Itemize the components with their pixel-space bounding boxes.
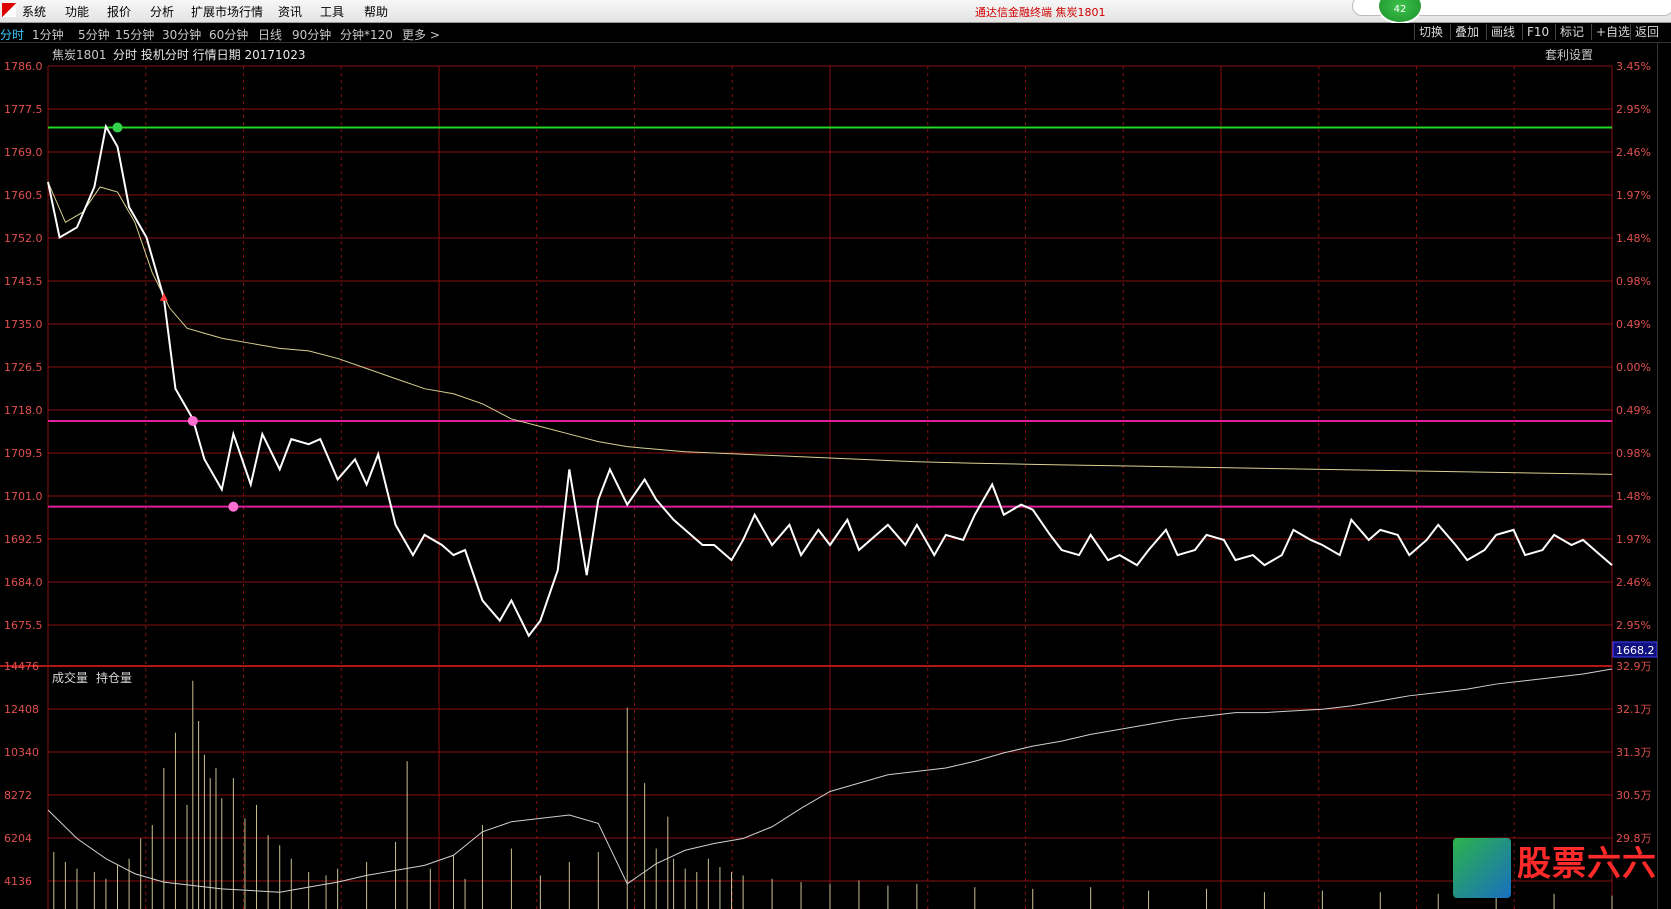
pct-tick-label: 2.95% <box>1616 619 1651 632</box>
menu-system[interactable]: 系统 <box>22 3 46 20</box>
price-tick-label: 1709.5 <box>4 447 43 460</box>
price-tick-label: 1769.0 <box>4 146 43 159</box>
period-tab-120min[interactable]: 分钟*120 <box>340 26 393 43</box>
volume-tick-label: 10340 <box>4 746 39 759</box>
right-side-strip <box>1657 43 1671 909</box>
add-watchlist-button[interactable]: +自选 <box>1591 24 1634 40</box>
overlay-button[interactable]: 叠加 <box>1450 24 1483 40</box>
menu-quote[interactable]: 报价 <box>107 3 131 20</box>
chart-description: 分时 投机分时 行情日期 20171023 <box>113 48 306 62</box>
volume-tick-label: 8272 <box>4 789 32 802</box>
pct-tick-label: 0.49% <box>1616 404 1651 417</box>
switch-button[interactable]: 切换 <box>1414 24 1447 40</box>
price-tick-label: 1760.5 <box>4 189 43 202</box>
open-interest-panel-label: 持仓量 <box>96 670 132 685</box>
menu-function[interactable]: 功能 <box>65 3 89 20</box>
low-marker-icon <box>187 415 198 426</box>
price-tick-label: 1675.5 <box>4 619 43 632</box>
pct-tick-label: 2.46% <box>1616 146 1651 159</box>
price-tick-label: 1692.5 <box>4 533 43 546</box>
price-tick-label: 1726.5 <box>4 361 43 374</box>
oi-tick-label: 32.9万 <box>1616 660 1652 673</box>
pct-tick-label: 1.97% <box>1616 189 1651 202</box>
low-marker-icon <box>228 501 239 512</box>
volume-tick-label: 12408 <box>4 703 39 716</box>
watermark-text: 股票六六 <box>1517 844 1657 884</box>
pct-tick-label: 2.46% <box>1616 576 1651 589</box>
volume-tick-label: 4136 <box>4 875 32 888</box>
period-tab-more[interactable]: 更多 > <box>402 26 440 43</box>
volume-tick-label: 14476 <box>4 660 39 673</box>
menu-news[interactable]: 资讯 <box>278 3 302 20</box>
price-tick-label: 1684.0 <box>4 576 43 589</box>
period-tab-90min[interactable]: 90分钟 <box>292 26 331 43</box>
oi-tick-label: 32.1万 <box>1616 703 1652 716</box>
symbol-label: 焦炭1801 <box>52 48 107 62</box>
app-title: 通达信金融终端 焦炭1801 <box>975 6 1106 19</box>
period-tab-15min[interactable]: 15分钟 <box>115 26 154 43</box>
price-tick-label: 1735.0 <box>4 318 43 331</box>
watermark-icon <box>1453 838 1511 898</box>
arbitrage-settings-link[interactable]: 套利设置 <box>1545 46 1593 63</box>
f10-button[interactable]: F10 <box>1522 24 1553 40</box>
pct-tick-label: 3.45% <box>1616 60 1651 73</box>
chart-canvas: 1786.0 1777.5 1769.0 1760.5 1752.0 1743.5 1735… <box>0 43 1658 909</box>
oi-tick-label: 31.3万 <box>1616 746 1652 759</box>
back-button[interactable]: 返回 <box>1630 24 1663 40</box>
period-tab-1min[interactable]: 1分钟 <box>32 26 64 43</box>
pct-tick-label: 0.00% <box>1616 361 1651 374</box>
period-tab-intraday[interactable]: 分时 <box>0 26 24 43</box>
volume-tick-label: 6204 <box>4 832 32 845</box>
pct-tick-label: 1.97% <box>1616 533 1651 546</box>
price-tick-label: 1718.0 <box>4 404 43 417</box>
menu-bar: 系统 功能 报价 分析 扩展市场行情 资讯 工具 帮助 通达信金融终端 焦炭18… <box>0 0 1671 24</box>
high-marker-icon <box>112 122 123 133</box>
period-toolbar: 分时 1分钟 5分钟 15分钟 30分钟 60分钟 日线 90分钟 分钟*120… <box>0 23 1671 43</box>
oi-tick-label: 30.5万 <box>1616 789 1652 802</box>
app-logo-icon <box>2 3 16 17</box>
pct-tick-label: 2.95% <box>1616 103 1651 116</box>
volume-panel-label: 成交量 <box>52 670 88 685</box>
period-tab-60min[interactable]: 60分钟 <box>209 26 248 43</box>
current-price-label: 1668.2 <box>1616 644 1655 657</box>
price-tick-label: 1786.0 <box>4 60 43 73</box>
menu-tools[interactable]: 工具 <box>320 3 344 20</box>
menu-extended-market[interactable]: 扩展市场行情 <box>191 3 263 20</box>
period-tab-30min[interactable]: 30分钟 <box>162 26 201 43</box>
price-tick-label: 1777.5 <box>4 103 43 116</box>
pct-tick-label: 1.48% <box>1616 232 1651 245</box>
price-tick-label: 1752.0 <box>4 232 43 245</box>
notification-badge[interactable]: 42 <box>1377 0 1423 24</box>
pct-tick-label: 1.48% <box>1616 490 1651 503</box>
price-tick-label: 1743.5 <box>4 275 43 288</box>
period-tab-5min[interactable]: 5分钟 <box>78 26 110 43</box>
draw-line-button[interactable]: 画线 <box>1486 24 1519 40</box>
pct-tick-label: 0.98% <box>1616 447 1651 460</box>
pct-tick-label: 0.98% <box>1616 275 1651 288</box>
chart-info-bar: 焦炭1801 分时 投机分时 行情日期 20171023 套利设置 <box>0 43 1620 63</box>
menu-analysis[interactable]: 分析 <box>150 3 174 20</box>
period-tab-daily[interactable]: 日线 <box>258 26 282 43</box>
pct-tick-label: 0.49% <box>1616 318 1651 331</box>
price-tick-label: 1701.0 <box>4 490 43 503</box>
mark-button[interactable]: 标记 <box>1555 24 1588 40</box>
menu-help[interactable]: 帮助 <box>364 3 388 20</box>
